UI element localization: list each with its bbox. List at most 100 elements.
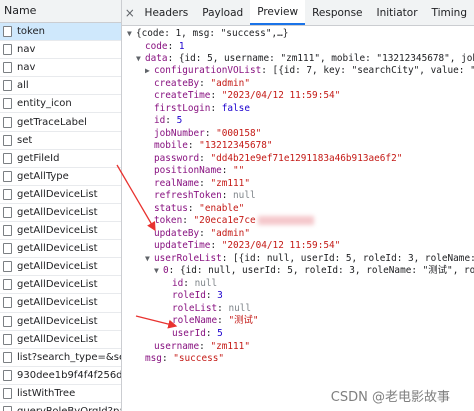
request-row[interactable]: getAllType (0, 168, 121, 186)
request-name: getFileId (17, 152, 60, 164)
tree-row-token: token: "20eca1e7ce (154, 215, 314, 227)
document-icon (3, 80, 12, 92)
expand-triangle-icon[interactable]: ▼ (136, 53, 145, 65)
tree-root-row[interactable]: ▼ {code: 1, msg: "success",…} (127, 28, 288, 40)
request-name: getAllDeviceList (17, 297, 98, 309)
request-row[interactable]: getAllDeviceList (0, 222, 121, 241)
request-row[interactable]: listWithTree (0, 385, 121, 403)
request-row[interactable]: 930dee1b9f4f4f256d6 (0, 367, 121, 385)
document-icon (3, 225, 12, 237)
document-icon (3, 243, 12, 255)
tree-row-userrolelist[interactable]: ▼ userRoleList: [{id: null, userId: 5, ro… (145, 253, 474, 265)
request-name: all (17, 80, 29, 92)
request-row[interactable]: list?search_type=&sea (0, 349, 121, 367)
tree-row-status: status: "enable" (154, 203, 245, 214)
tree-row-mobile: mobile: "13212345678" (154, 140, 273, 151)
request-name: getTraceLabel (17, 116, 87, 128)
tree-row-role-rolename: roleName: "测试" (172, 315, 259, 326)
document-icon (3, 152, 12, 164)
request-row[interactable]: token (0, 23, 121, 42)
document-icon (3, 134, 12, 146)
request-name: getAllDeviceList (17, 279, 98, 291)
tree-row-jobnumber: jobNumber: "000158" (154, 128, 262, 139)
request-name: entity_icon (17, 98, 72, 110)
request-name: set (17, 134, 33, 146)
request-row[interactable]: getAllDeviceList (0, 258, 121, 277)
expand-triangle-icon[interactable]: ▼ (145, 253, 154, 265)
close-icon[interactable]: × (122, 0, 138, 25)
name-column-header[interactable]: Name (0, 0, 121, 23)
tree-row-firstlogin: firstLogin: false (154, 103, 250, 114)
tree-row-role-rolelist: roleList: null (172, 303, 252, 314)
request-row[interactable]: getAllDeviceList (0, 276, 121, 295)
request-name: getAllDeviceList (17, 333, 98, 345)
request-name: listWithTree (17, 387, 76, 399)
request-name: token (17, 26, 45, 38)
tree-row-updatetime: updateTime: "2023/04/12 11:59:54" (154, 240, 341, 251)
request-list: token nav nav all entity_icon getTraceLabel se… (0, 23, 121, 411)
request-row[interactable]: all (0, 77, 121, 96)
request-row[interactable]: getAllDeviceList (0, 331, 121, 349)
request-name: nav (17, 44, 36, 56)
request-name: getAllDeviceList (17, 188, 98, 200)
request-row[interactable]: set (0, 132, 121, 150)
document-icon (3, 116, 12, 128)
document-icon (3, 44, 12, 56)
request-row[interactable]: getFileId (0, 150, 121, 168)
collapse-triangle-icon[interactable]: ▶ (145, 65, 154, 77)
document-icon (3, 98, 12, 110)
request-row[interactable]: getTraceLabel (0, 113, 121, 132)
document-icon (3, 333, 12, 345)
tree-row-password: password: "dd4b21e9ef71e1291183a46b913ae… (154, 153, 403, 164)
expand-triangle-icon[interactable]: ▼ (154, 265, 163, 277)
request-name: 930dee1b9f4f4f256d6 (17, 369, 121, 381)
tree-row-username: username: "zm111" (154, 341, 250, 352)
request-row[interactable]: getAllDeviceList (0, 240, 121, 259)
document-icon (3, 406, 12, 411)
document-icon (3, 351, 12, 363)
document-icon (3, 315, 12, 327)
request-name: getAllDeviceList (17, 261, 98, 273)
tab-preview[interactable]: Preview (250, 0, 306, 25)
tree-row-positionname: positionName: "" (154, 165, 245, 176)
expand-triangle-icon[interactable]: ▼ (127, 28, 136, 40)
document-icon (3, 170, 12, 182)
request-row[interactable]: getAllDeviceList (0, 294, 121, 313)
request-row[interactable]: nav (0, 41, 121, 60)
name-column: Name token nav nav all entity_icon getTraceLa… (0, 0, 122, 411)
tab-payload[interactable]: Payload (195, 0, 250, 25)
tree-row-createby: createBy: "admin" (154, 78, 250, 89)
tab-initiator[interactable]: Initiator (370, 0, 425, 25)
request-name: getAllDeviceList (17, 206, 98, 218)
tree-row-configurationvolist[interactable]: ▶ configurationVOList: [{id: 7, key: "sea… (145, 65, 474, 77)
request-name: getAllDeviceList (17, 315, 98, 327)
document-icon (3, 206, 12, 218)
request-row[interactable]: queryRoleByOrgId?par (0, 403, 121, 411)
request-row[interactable]: entity_icon (0, 95, 121, 114)
request-name: nav (17, 62, 36, 74)
document-icon (3, 369, 12, 381)
tree-row-msg: msg: "success" (145, 353, 225, 364)
tab-timing[interactable]: Timing (425, 0, 474, 25)
request-row[interactable]: getAllDeviceList (0, 204, 121, 223)
request-row[interactable]: nav (0, 59, 121, 78)
request-row[interactable]: getAllDeviceList (0, 186, 121, 204)
document-icon (3, 188, 12, 200)
document-icon (3, 297, 12, 309)
tree-row-updateby: updateBy: "admin" (154, 228, 250, 239)
request-row[interactable]: getAllDeviceList (0, 313, 121, 331)
tree-row-role-roleid: roleId: 3 (172, 290, 223, 301)
tree-row-data[interactable]: ▼ data: {id: 5, username: "zm111", mobile… (136, 53, 474, 65)
tab-headers[interactable]: Headers (138, 0, 196, 25)
tab-response[interactable]: Response (305, 0, 369, 25)
details-panel: × Headers Payload Preview Response Initi… (122, 0, 474, 411)
tree-row-role-id: id: null (172, 278, 218, 289)
request-name: getAllDeviceList (17, 243, 98, 255)
tree-row-code: code: 1 (145, 41, 185, 52)
tree-row-userrole-0[interactable]: ▼ 0: {id: null, userId: 5, roleId: 3, rol… (154, 265, 474, 277)
request-name: getAllDeviceList (17, 225, 98, 237)
preview-json-tree: ▼ {code: 1, msg: "success",…} code: 1 ▼ da… (122, 26, 474, 411)
redacted-blur (257, 216, 314, 225)
document-icon (3, 387, 12, 399)
request-name: getAllType (17, 170, 69, 182)
